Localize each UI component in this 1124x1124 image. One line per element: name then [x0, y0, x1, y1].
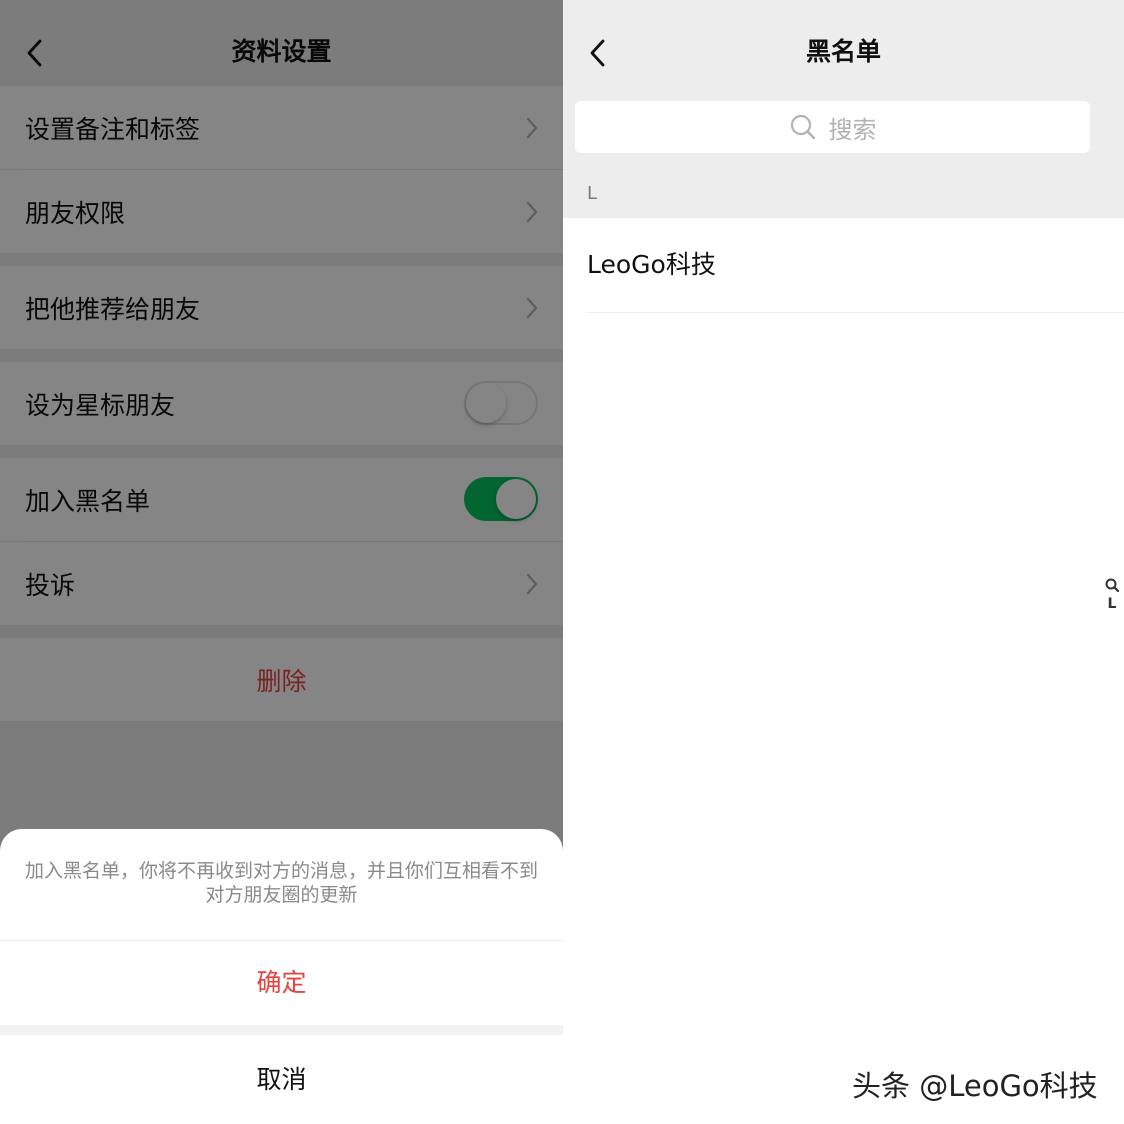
- action-sheet-message: 加入黑名单，你将不再收到对方的消息，并且你们互相看不到对方朋友圈的更新: [24, 860, 538, 906]
- search-placeholder: 搜索: [828, 115, 877, 144]
- search-icon: [790, 114, 815, 140]
- section-header: L: [563, 170, 1124, 218]
- watermark-text: 头条 @LeoGo科技: [852, 1069, 1098, 1103]
- blacklist-screen: 黑名单 搜索 L LeoGo科技 L: [563, 0, 1124, 1124]
- divider: [587, 312, 1124, 313]
- search-bar[interactable]: 搜索: [575, 101, 1090, 153]
- alphabet-index[interactable]: L: [1104, 578, 1120, 612]
- confirm-button[interactable]: 确定: [0, 941, 563, 1025]
- profile-settings-screen: 资料设置 设置备注和标签 朋友权限 把他推荐给朋友 设为星标朋友 加入黑名单 投…: [0, 0, 563, 1124]
- cancel-button[interactable]: 取消: [0, 1035, 563, 1124]
- action-sheet: 加入黑名单，你将不再收到对方的消息，并且你们互相看不到对方朋友圈的更新 确定 取…: [0, 829, 563, 1124]
- index-letter[interactable]: L: [1108, 596, 1117, 612]
- index-search-icon[interactable]: [1105, 578, 1119, 592]
- page-title: 黑名单: [805, 37, 881, 66]
- sheet-gap: [0, 1025, 563, 1035]
- nav-bar: 黑名单 搜索: [563, 0, 1124, 170]
- blacklist-entry[interactable]: LeoGo科技: [563, 218, 1124, 312]
